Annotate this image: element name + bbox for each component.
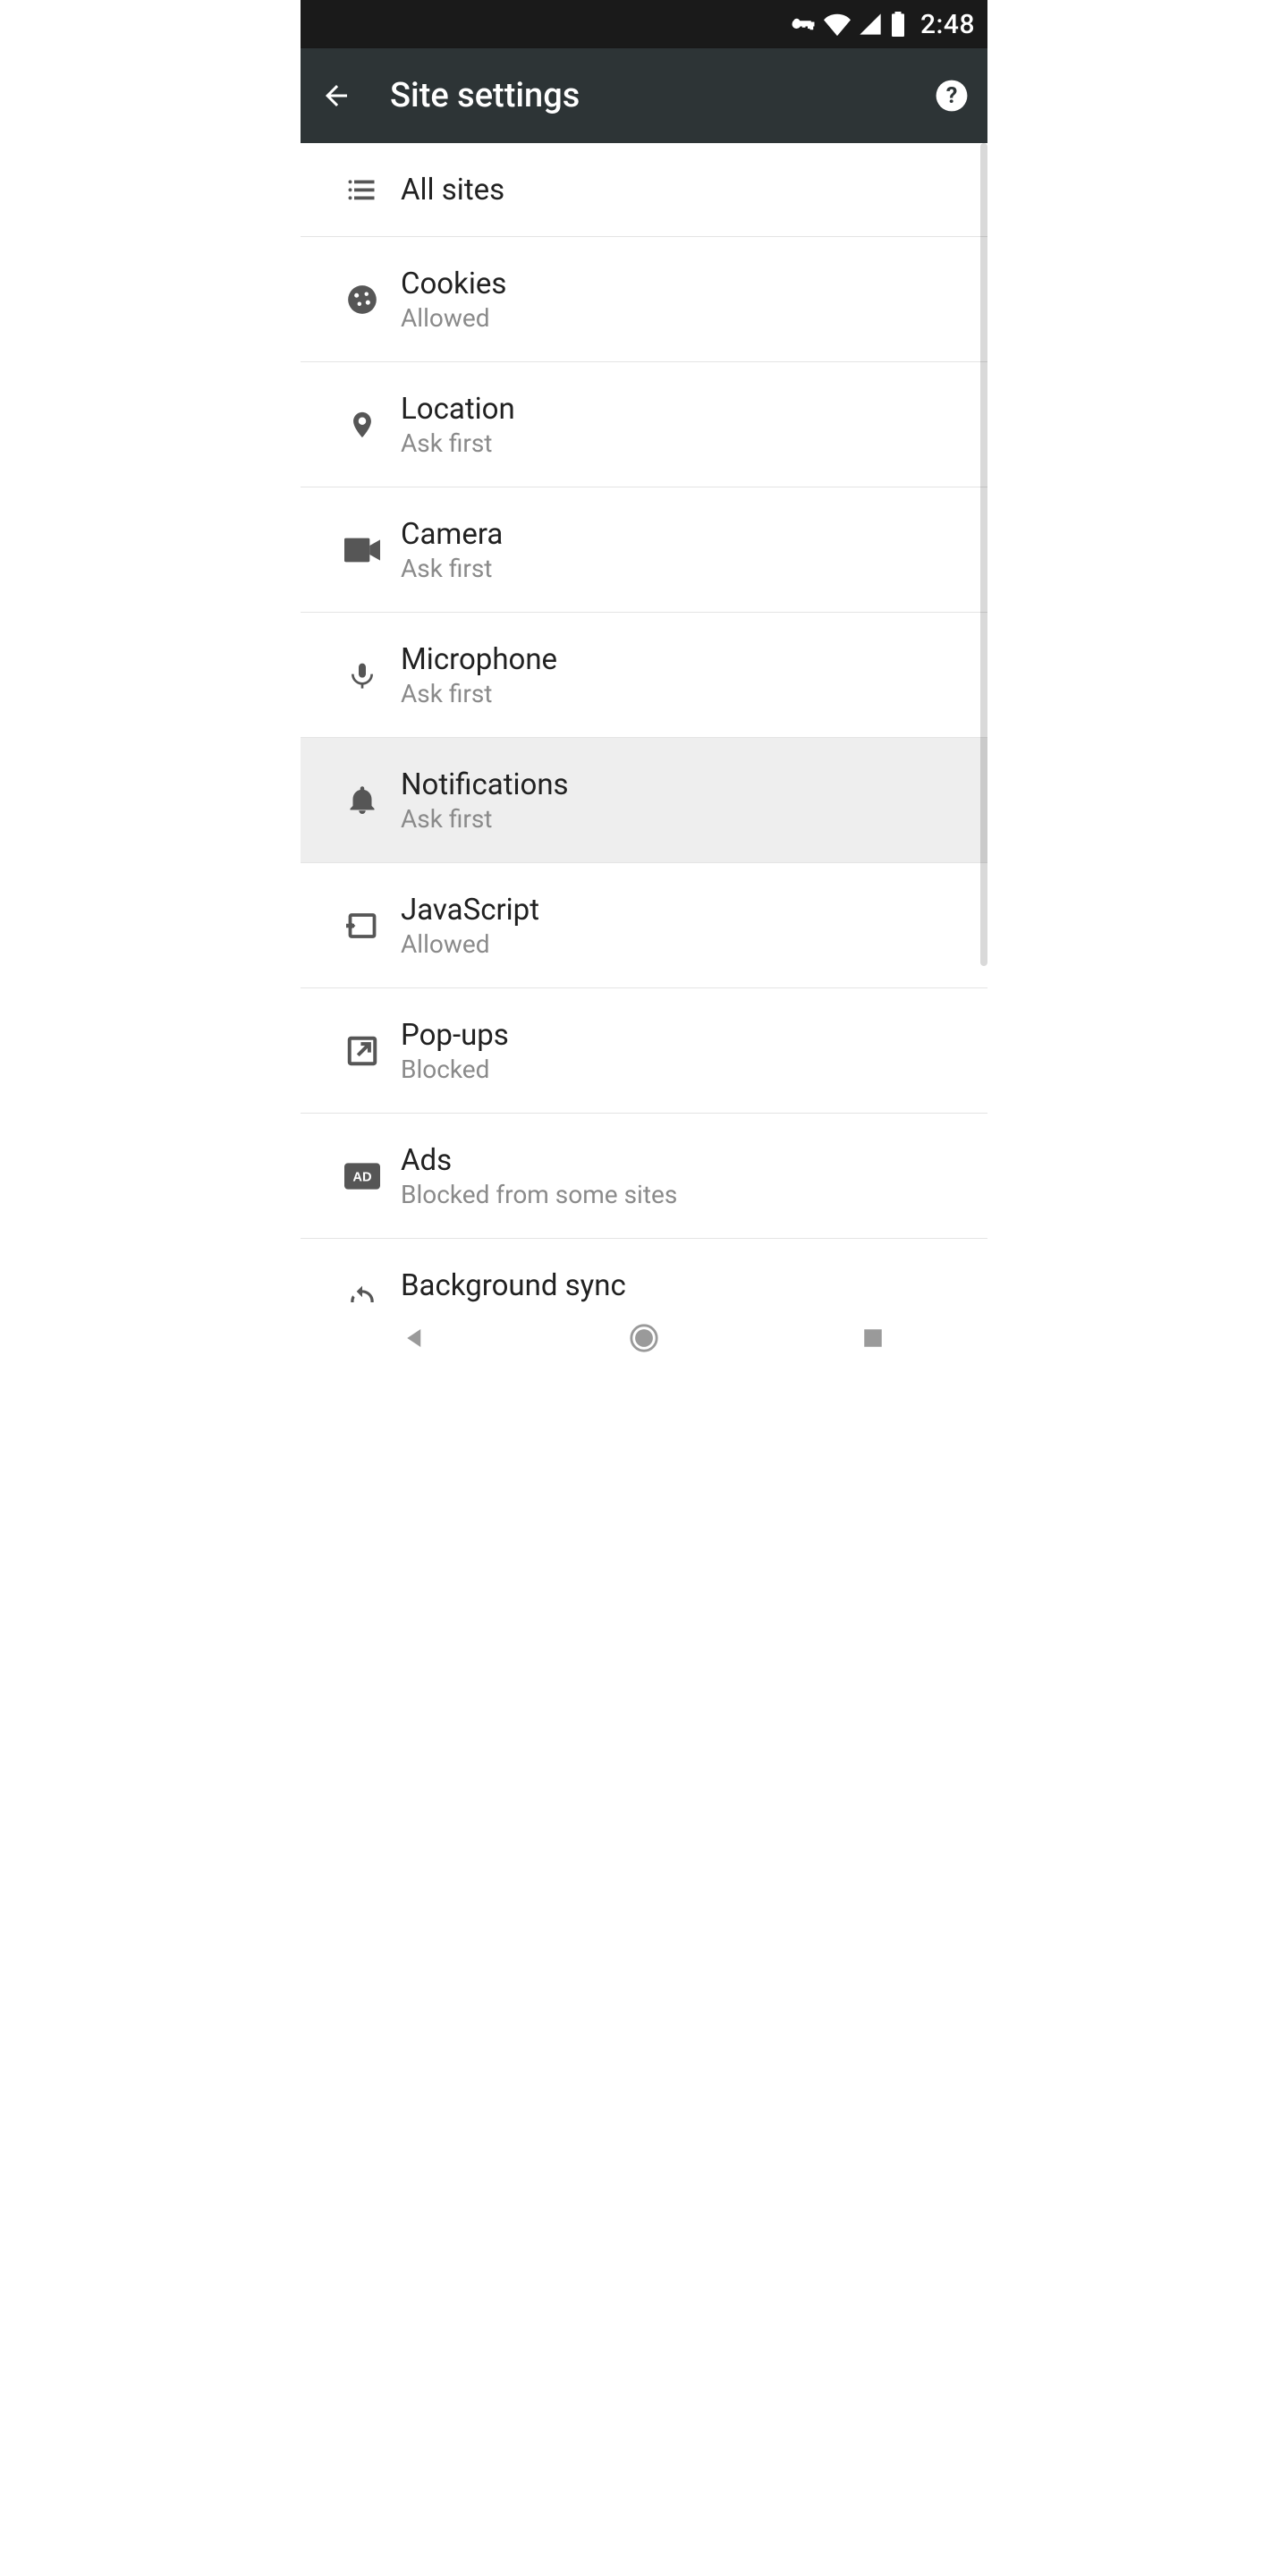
help-button[interactable]: ? [934,78,970,114]
row-label: Background sync [401,1268,626,1303]
row-sublabel: Blocked from some sites [401,1180,677,1209]
row-location[interactable]: Location Ask first [301,361,987,487]
nav-recents-icon [861,1326,885,1350]
nav-recents-button[interactable] [846,1311,900,1365]
sync-icon [327,1284,397,1303]
ads-icon: AD [327,1163,397,1190]
wifi-icon [824,11,851,38]
nav-home-button[interactable] [617,1311,671,1365]
row-all-sites[interactable]: All sites [301,143,987,236]
help-icon: ? [935,79,969,113]
row-label: Location [401,392,515,427]
nav-home-icon [629,1323,659,1353]
page-title: Site settings [390,76,898,115]
list-icon [327,174,397,206]
arrow-back-icon [320,80,352,112]
popup-icon [327,1034,397,1068]
nav-back-button[interactable] [388,1311,442,1365]
row-sublabel: Ask first [401,804,569,834]
row-background-sync[interactable]: Background sync Allowed [301,1238,987,1302]
row-sublabel: Allowed [401,303,506,333]
row-label: Cookies [401,267,506,301]
row-sublabel: Ask first [401,554,503,583]
scrollbar[interactable] [980,143,987,966]
svg-text:?: ? [946,83,958,109]
bell-icon [327,783,397,818]
row-label: JavaScript [401,893,539,928]
row-cookies[interactable]: Cookies Allowed [301,236,987,361]
cookie-icon [327,283,397,317]
camera-icon [327,537,397,564]
nav-back-icon [402,1325,428,1352]
row-microphone[interactable]: Microphone Ask first [301,612,987,737]
row-label: All sites [401,173,504,208]
status-icons [790,11,906,38]
settings-list: All sites Cookies Allowed Location Ask f… [301,143,987,1302]
row-label: Camera [401,517,503,552]
row-sublabel: Ask first [401,428,515,458]
row-notifications[interactable]: Notifications Ask first [301,737,987,862]
svg-text:AD: AD [352,1170,371,1184]
row-label: Ads [401,1143,677,1178]
row-popups[interactable]: Pop-ups Blocked [301,987,987,1113]
javascript-icon [327,910,397,942]
row-sublabel: Allowed [401,929,539,959]
microphone-icon [327,657,397,693]
status-time: 2:48 [920,9,975,40]
status-bar: 2:48 [301,0,987,48]
row-camera[interactable]: Camera Ask first [301,487,987,612]
row-javascript[interactable]: JavaScript Allowed [301,862,987,987]
row-label: Pop-ups [401,1018,509,1053]
vpn-key-icon [790,11,817,38]
cellular-icon [858,12,883,37]
android-nav-bar [301,1302,987,1374]
location-icon [327,407,397,443]
back-button[interactable] [318,78,354,114]
row-ads[interactable]: AD Ads Blocked from some sites [301,1113,987,1238]
row-sublabel: Blocked [401,1055,509,1084]
row-sublabel: Ask first [401,679,557,708]
row-label: Notifications [401,767,569,802]
battery-icon [890,12,906,37]
row-label: Microphone [401,642,557,677]
app-bar: Site settings ? [301,48,987,143]
